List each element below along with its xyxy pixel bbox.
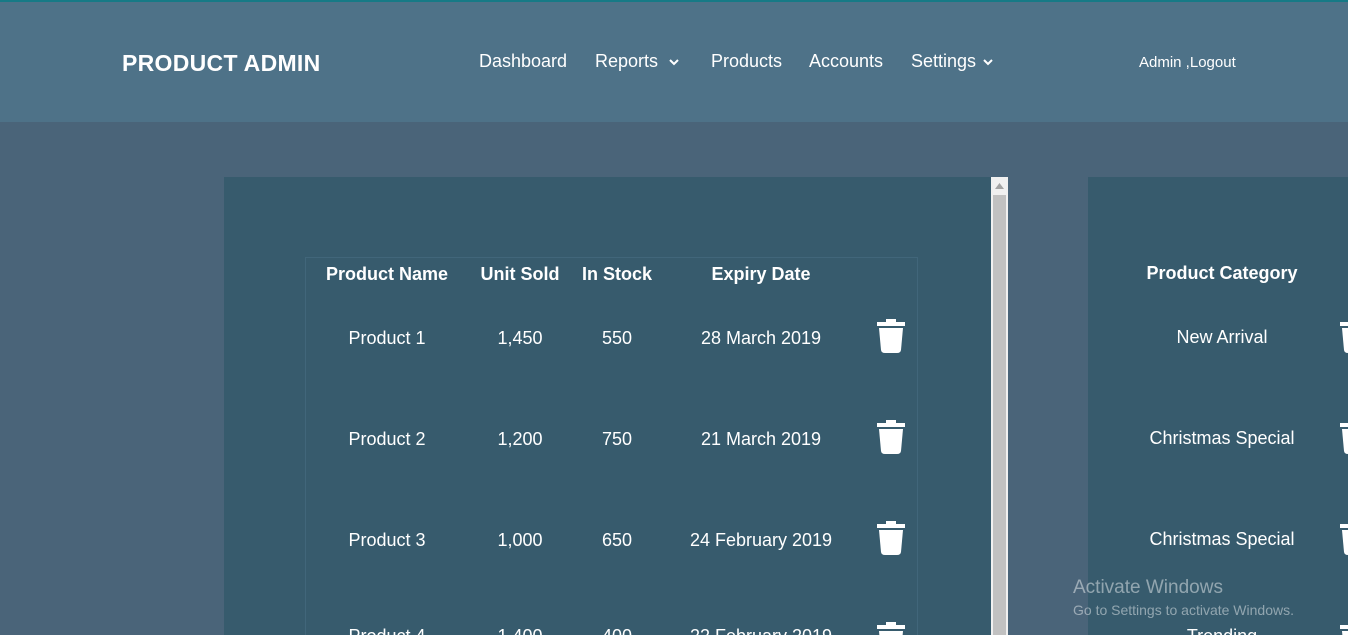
unit-sold-cell: 1,200	[497, 429, 543, 449]
column-header-in-stock: In Stock	[581, 264, 653, 284]
activate-windows-title: Activate Windows	[1073, 577, 1223, 598]
nav-accounts-label: Accounts	[809, 51, 884, 71]
nav-settings-label: Settings	[911, 51, 977, 71]
trash-icon[interactable]	[877, 622, 905, 635]
brand-logo[interactable]: PRODUCT ADMIN	[122, 50, 321, 77]
column-header-unit-sold: Unit Sold	[480, 264, 560, 284]
column-header-product-category: Product Category	[1146, 263, 1298, 283]
in-stock-cell: 650	[601, 530, 633, 550]
product-name-cell: Product 2	[348, 429, 426, 449]
category-cell: New Arrival	[1176, 327, 1268, 347]
in-stock-cell: 550	[601, 328, 633, 348]
unit-sold-cell: 1,000	[497, 530, 543, 550]
trash-icon[interactable]	[877, 521, 905, 555]
products-panel-scrollbar[interactable]	[991, 177, 1008, 635]
expiry-date-cell: 24 February 2019	[689, 530, 833, 550]
scroll-up-arrow-icon[interactable]	[991, 177, 1008, 194]
nav-dashboard-label: Dashboard	[479, 51, 568, 71]
nav-settings[interactable]: Settings	[911, 51, 994, 72]
scrollbar-thumb[interactable]	[993, 195, 1006, 635]
nav-products[interactable]: Products	[711, 51, 782, 72]
unit-sold-cell: 1,450	[497, 328, 543, 348]
expiry-date-cell: 22 February 2019	[690, 626, 832, 635]
trash-icon[interactable]	[877, 420, 905, 454]
activate-windows-subtitle: Go to Settings to activate Windows.	[1073, 602, 1294, 618]
nav-products-label: Products	[711, 51, 783, 71]
admin-logout-link[interactable]: Admin ,Logout	[1139, 54, 1236, 71]
product-name-cell: Product 3	[348, 530, 426, 550]
category-cell: Christmas Special	[1149, 529, 1295, 549]
nav-dashboard[interactable]: Dashboard	[479, 51, 567, 72]
nav-accounts[interactable]: Accounts	[809, 51, 883, 72]
in-stock-cell: 400	[602, 626, 632, 635]
expiry-date-cell: 21 March 2019	[700, 429, 822, 449]
categories-panel	[1088, 177, 1348, 635]
trash-icon[interactable]	[1340, 319, 1348, 353]
trash-icon[interactable]	[1340, 622, 1348, 635]
category-cell: Trending	[1187, 626, 1257, 635]
unit-sold-cell: 1,400	[497, 626, 542, 635]
column-header-expiry-date: Expiry Date	[711, 264, 811, 284]
trash-icon[interactable]	[1340, 420, 1348, 454]
product-name-cell: Product 1	[348, 328, 426, 348]
nav-reports-label: Reports	[595, 51, 659, 71]
nav-reports[interactable]: Reports	[595, 51, 680, 72]
chevron-down-icon	[669, 58, 679, 65]
trash-icon[interactable]	[1340, 521, 1348, 555]
column-header-product-name: Product Name	[325, 264, 449, 284]
trash-icon[interactable]	[877, 319, 905, 353]
chevron-down-icon	[983, 58, 993, 65]
category-cell: Christmas Special	[1149, 428, 1295, 448]
expiry-date-cell: 28 March 2019	[700, 328, 822, 348]
product-name-cell: Product 4	[348, 626, 425, 635]
in-stock-cell: 750	[601, 429, 633, 449]
